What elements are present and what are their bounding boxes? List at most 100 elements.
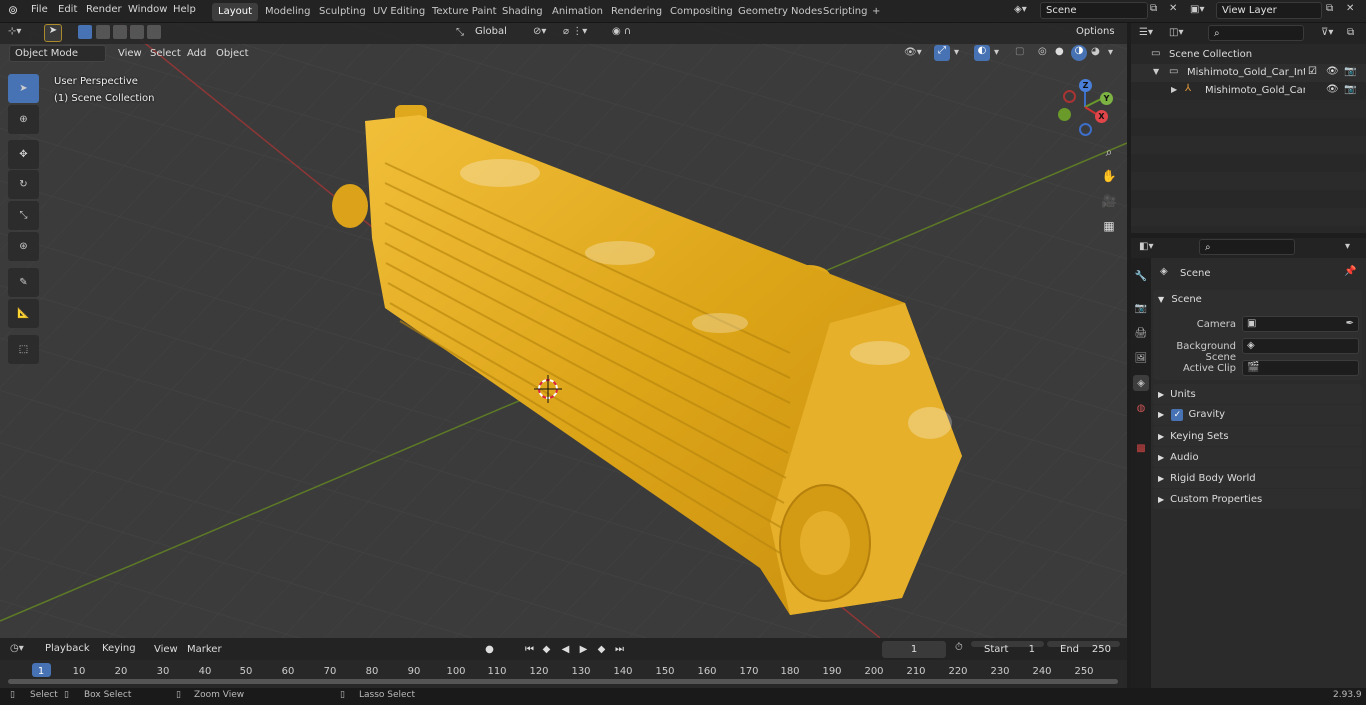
- filter-icon[interactable]: ⊽▾: [1321, 27, 1333, 38]
- collection-checkbox-icon[interactable]: ☑: [1308, 66, 1317, 77]
- outliner-row-scene-collection[interactable]: ▭ Scene Collection: [1131, 46, 1366, 64]
- gizmo-toggle-icon[interactable]: ⤢: [934, 45, 950, 61]
- gizmo-neg-z-axis[interactable]: [1079, 123, 1092, 136]
- 3d-viewport[interactable]: [0, 23, 1127, 638]
- object-visibility-icon[interactable]: 👁: [1326, 84, 1339, 95]
- copy-view-layer-icon[interactable]: ⧉: [1326, 3, 1333, 14]
- outliner-row-collection[interactable]: ▼ ▭ Mishimoto_Gold_Car_Intercoo ☑ 👁 📷: [1131, 64, 1366, 82]
- menu-edit[interactable]: Edit: [58, 4, 77, 15]
- tab-shading[interactable]: Shading: [496, 3, 549, 21]
- jump-start-icon[interactable]: ⏮: [522, 642, 537, 657]
- shading-dropdown-icon[interactable]: ▾: [1108, 47, 1113, 58]
- menu-help[interactable]: Help: [173, 4, 196, 15]
- rendered-shading-icon[interactable]: ◕: [1091, 46, 1100, 57]
- tab-modeling[interactable]: Modeling: [259, 3, 317, 21]
- cursor-tool[interactable]: ⊕: [8, 105, 39, 134]
- tool-tab-icon[interactable]: 🔧: [1133, 268, 1149, 284]
- select-mode-icon[interactable]: ➤: [44, 24, 62, 42]
- play-reverse-icon[interactable]: ◀: [558, 642, 573, 657]
- scene-name-field[interactable]: Scene: [1040, 2, 1148, 19]
- eyedropper-icon[interactable]: ✒: [1346, 318, 1354, 329]
- gizmo-z-axis[interactable]: Z: [1079, 79, 1092, 92]
- gizmo-dropdown-icon[interactable]: ▾: [954, 47, 959, 58]
- select-subtract-icon[interactable]: [113, 25, 127, 39]
- editor-type-icon[interactable]: ⊹▾: [8, 26, 21, 37]
- view-layer-icon[interactable]: ▣▾: [1190, 4, 1204, 15]
- texture-tab-icon[interactable]: ▩: [1133, 440, 1149, 456]
- menu-window[interactable]: Window: [128, 4, 167, 15]
- next-keyframe-icon[interactable]: ◆: [594, 642, 609, 657]
- tab-sculpting[interactable]: Sculpting: [313, 3, 372, 21]
- properties-options-icon[interactable]: ▾: [1345, 241, 1350, 252]
- snap-icon[interactable]: ⌀ ⋮▾: [563, 26, 587, 37]
- gravity-checkbox[interactable]: ✓: [1171, 409, 1184, 421]
- camera-field[interactable]: ▣ ✒: [1242, 316, 1359, 332]
- pin-icon[interactable]: 📌: [1344, 266, 1356, 277]
- play-icon[interactable]: ▶: [576, 642, 591, 657]
- wireframe-shading-icon[interactable]: ◎: [1038, 46, 1047, 57]
- scale-tool[interactable]: ⤡: [8, 201, 39, 230]
- menu-select[interactable]: Select: [150, 48, 181, 59]
- keying-sets-header[interactable]: ▶ Keying Sets: [1158, 431, 1229, 442]
- perspective-grid-icon[interactable]: ▦: [1098, 215, 1120, 237]
- proportional-edit-icon[interactable]: ◉ ∩: [612, 26, 631, 37]
- tab-scripting[interactable]: Scripting: [817, 3, 873, 21]
- overlay-toggle-icon[interactable]: ◐: [974, 45, 990, 61]
- jump-end-icon[interactable]: ⏭: [612, 642, 627, 657]
- display-mode-icon[interactable]: ◫▾: [1169, 27, 1183, 38]
- transform-tool[interactable]: ⊛: [8, 232, 39, 261]
- start-frame-field[interactable]: Start 1: [971, 641, 1044, 655]
- overlay-dropdown-icon[interactable]: ▾: [994, 47, 999, 58]
- menu-file[interactable]: File: [31, 4, 48, 15]
- scene-tab-icon[interactable]: ◈: [1133, 375, 1149, 391]
- close-scene-icon[interactable]: ✕: [1169, 3, 1177, 14]
- blender-logo-icon[interactable]: ⊚: [8, 3, 18, 17]
- tab-compositing[interactable]: Compositing: [664, 3, 739, 21]
- timeline-editor-icon[interactable]: ◷▾: [10, 643, 24, 654]
- new-collection-icon[interactable]: ⧉: [1347, 27, 1354, 38]
- copy-scene-icon[interactable]: ⧉: [1150, 3, 1157, 14]
- tab-geometry-nodes[interactable]: Geometry Nodes: [732, 3, 828, 21]
- annotate-tool[interactable]: ✎: [8, 268, 39, 297]
- render-tab-icon[interactable]: 📷: [1133, 300, 1149, 316]
- menu-add[interactable]: Add: [187, 48, 206, 59]
- scene-panel-header[interactable]: ▼ Scene: [1158, 294, 1202, 305]
- zoom-icon[interactable]: ⌕: [1098, 141, 1120, 163]
- background-scene-field[interactable]: ◈: [1242, 338, 1359, 354]
- tab-animation[interactable]: Animation: [546, 3, 609, 21]
- current-frame-field[interactable]: 1: [882, 641, 946, 658]
- gizmo-neg-x-axis[interactable]: [1063, 90, 1076, 103]
- prev-keyframe-icon[interactable]: ◆: [539, 642, 554, 657]
- output-tab-icon[interactable]: 🖨: [1133, 325, 1149, 341]
- add-workspace-button[interactable]: +: [866, 3, 886, 21]
- menu-view[interactable]: View: [118, 48, 142, 59]
- timeline-view-menu[interactable]: View: [154, 644, 178, 655]
- end-frame-field[interactable]: End 250: [1047, 641, 1120, 655]
- timeline-scrollbar[interactable]: [8, 679, 1118, 684]
- view-layer-tab-icon[interactable]: 🖼: [1133, 350, 1149, 366]
- gizmo-neg-y-axis[interactable]: [1058, 108, 1071, 121]
- transform-orientation-dropdown[interactable]: Global: [470, 24, 524, 39]
- select-new-icon[interactable]: [78, 25, 92, 39]
- expand-arrow-icon[interactable]: ▼: [1153, 67, 1159, 76]
- menu-render[interactable]: Render: [86, 4, 122, 15]
- select-intersect-icon[interactable]: [147, 25, 161, 39]
- material-shading-icon[interactable]: ◑: [1071, 45, 1087, 61]
- keying-menu[interactable]: Keying: [97, 641, 145, 656]
- outliner-row-object[interactable]: ▶ ⅄ Mishimoto_Gold_Car_Inte 👁 📷: [1131, 82, 1366, 100]
- collection-visibility-icon[interactable]: 👁: [1326, 66, 1339, 77]
- rotate-tool[interactable]: ↻: [8, 170, 39, 199]
- select-extend-icon[interactable]: [96, 25, 110, 39]
- transform-orientation-icon[interactable]: ⤡: [456, 27, 464, 38]
- camera-view-icon[interactable]: 🎥: [1098, 190, 1120, 212]
- record-icon[interactable]: ●: [482, 642, 497, 657]
- solid-shading-icon[interactable]: ●: [1055, 46, 1064, 57]
- properties-search-input[interactable]: ⌕: [1199, 239, 1295, 255]
- scene-type-icon[interactable]: ◈▾: [1014, 4, 1027, 15]
- tab-uv-editing[interactable]: UV Editing: [367, 3, 431, 21]
- collection-render-icon[interactable]: 📷: [1344, 66, 1356, 77]
- tab-layout[interactable]: Layout: [212, 3, 258, 21]
- pan-hand-icon[interactable]: ✋: [1098, 165, 1120, 187]
- object-render-icon[interactable]: 📷: [1344, 84, 1356, 95]
- units-header[interactable]: ▶ Units: [1158, 389, 1196, 400]
